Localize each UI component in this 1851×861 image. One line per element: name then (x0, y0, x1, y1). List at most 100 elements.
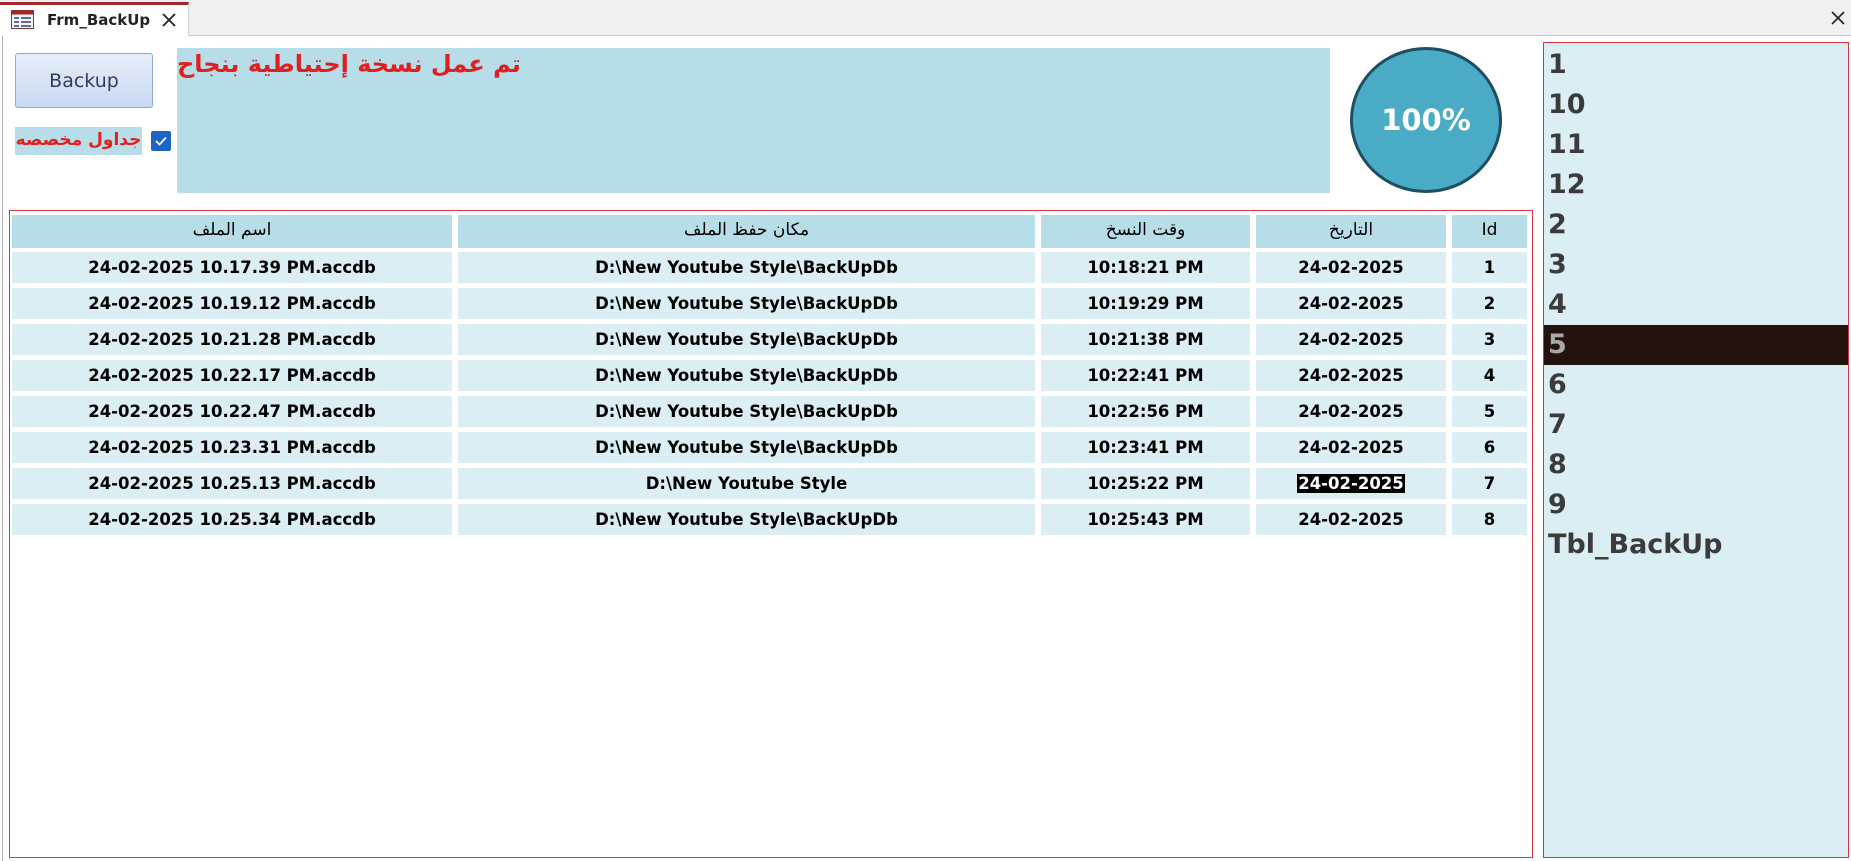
cell-save-location[interactable]: D:\New Youtube Style\BackUpDb (458, 324, 1035, 355)
cell-id[interactable]: 8 (1452, 504, 1527, 535)
cell-id[interactable]: 1 (1452, 252, 1527, 283)
cell-id-text: 8 (1483, 510, 1496, 529)
list-item[interactable]: 7 (1544, 405, 1848, 445)
cell-save-location[interactable]: D:\New Youtube Style\BackUpDb (458, 360, 1035, 391)
cell-id[interactable]: 4 (1452, 360, 1527, 391)
list-item[interactable]: 2 (1544, 205, 1848, 245)
cell-backup-time[interactable]: 10:22:56 PM (1041, 396, 1250, 427)
list-item[interactable]: 3 (1544, 245, 1848, 285)
list-item[interactable]: 11 (1544, 125, 1848, 165)
cell-save-location-text: D:\New Youtube Style\BackUpDb (595, 402, 898, 421)
cell-backup-time-text: 10:23:41 PM (1087, 438, 1204, 457)
cell-date[interactable]: 24-02-2025 (1256, 396, 1446, 427)
cell-id-text: 3 (1483, 330, 1496, 349)
cell-file-name[interactable]: 24-02-2025 10.25.34 PM.accdb (12, 504, 452, 535)
cell-date[interactable]: 24-02-2025 (1256, 324, 1446, 355)
cell-date-text: 24-02-2025 (1297, 474, 1405, 493)
column-header-backup-time[interactable]: وقت النسخ (1041, 215, 1250, 248)
column-header-save-location[interactable]: مكان حفظ الملف (458, 215, 1035, 248)
cell-date-text: 24-02-2025 (1298, 258, 1404, 277)
cell-backup-time[interactable]: 10:23:41 PM (1041, 432, 1250, 463)
list-item[interactable]: 4 (1544, 285, 1848, 325)
document-tab-bar: Frm_BackUp (0, 0, 1851, 36)
cell-date-text: 24-02-2025 (1298, 510, 1404, 529)
cell-date[interactable]: 24-02-2025 (1256, 360, 1446, 391)
cell-date[interactable]: 24-02-2025 (1256, 288, 1446, 319)
cell-id[interactable]: 3 (1452, 324, 1527, 355)
cell-id[interactable]: 5 (1452, 396, 1527, 427)
cell-id[interactable]: 2 (1452, 288, 1527, 319)
cell-backup-time[interactable]: 10:21:38 PM (1041, 324, 1250, 355)
cell-date[interactable]: 24-02-2025 (1256, 252, 1446, 283)
cell-file-name[interactable]: 24-02-2025 10.19.12 PM.accdb (12, 288, 452, 319)
table-list-items: 1 10 11 12 2 3 4 5 6 7 8 9 Tbl_BackUp (1544, 45, 1848, 565)
cell-file-name-text: 24-02-2025 10.17.39 PM.accdb (88, 258, 376, 277)
cell-backup-time[interactable]: 10:25:43 PM (1041, 504, 1250, 535)
list-item[interactable]: 9 (1544, 485, 1848, 525)
cell-backup-time-text: 10:25:22 PM (1087, 474, 1204, 493)
cell-save-location-text: D:\New Youtube Style (645, 474, 848, 493)
cell-file-name[interactable]: 24-02-2025 10.22.47 PM.accdb (12, 396, 452, 427)
cell-file-name[interactable]: 24-02-2025 10.17.39 PM.accdb (12, 252, 452, 283)
cell-backup-time[interactable]: 10:22:41 PM (1041, 360, 1250, 391)
cell-backup-time-text: 10:18:21 PM (1087, 258, 1204, 277)
column-header-file-name[interactable]: اسم الملف (12, 215, 452, 248)
column-header-id[interactable]: Id (1452, 215, 1527, 248)
list-item[interactable]: 12 (1544, 165, 1848, 205)
list-item[interactable]: 10 (1544, 85, 1848, 125)
status-message-box: تم عمل نسخة إحتياطية بنجاح (177, 48, 1330, 193)
cell-date-text: 24-02-2025 (1298, 402, 1404, 421)
list-item[interactable]: 8 (1544, 445, 1848, 485)
cell-save-location[interactable]: D:\New Youtube Style\BackUpDb (458, 504, 1035, 535)
checkmark-icon (155, 136, 167, 146)
cell-file-name[interactable]: 24-02-2025 10.23.31 PM.accdb (12, 432, 452, 463)
close-icon[interactable] (160, 11, 178, 29)
cell-file-name[interactable]: 24-02-2025 10.22.17 PM.accdb (12, 360, 452, 391)
cell-id[interactable]: 6 (1452, 432, 1527, 463)
cell-save-location-text: D:\New Youtube Style\BackUpDb (595, 510, 898, 529)
list-item[interactable]: 5 (1544, 325, 1848, 365)
cell-date-text: 24-02-2025 (1298, 438, 1404, 457)
progress-indicator: 100% (1350, 47, 1502, 193)
cell-backup-time-text: 10:22:41 PM (1087, 366, 1204, 385)
cell-backup-time[interactable]: 10:25:22 PM (1041, 468, 1250, 499)
cell-backup-time-text: 10:25:43 PM (1087, 510, 1204, 529)
cell-file-name-text: 24-02-2025 10.25.34 PM.accdb (88, 510, 376, 529)
backup-button[interactable]: Backup (15, 53, 153, 108)
cell-id-text: 1 (1483, 258, 1496, 277)
list-item[interactable]: Tbl_BackUp (1544, 525, 1848, 565)
cell-file-name[interactable]: 24-02-2025 10.21.28 PM.accdb (12, 324, 452, 355)
cell-file-name[interactable]: 24-02-2025 10.25.13 PM.accdb (12, 468, 452, 499)
cell-date[interactable]: 24-02-2025 (1256, 468, 1446, 499)
cell-id-text: 4 (1483, 366, 1496, 385)
cell-file-name-text: 24-02-2025 10.23.31 PM.accdb (88, 438, 376, 457)
tab-title: Frm_BackUp (47, 11, 151, 29)
table-list[interactable]: 1 10 11 12 2 3 4 5 6 7 8 9 Tbl_BackUp (1543, 42, 1849, 858)
custom-tables-label: جداول مخصصه (15, 127, 142, 155)
tab-frm-backup[interactable]: Frm_BackUp (0, 2, 189, 36)
cell-id-text: 6 (1483, 438, 1496, 457)
cell-date[interactable]: 24-02-2025 (1256, 504, 1446, 535)
backups-table: اسم الملف مكان حفظ الملف وقت النسخ التار… (9, 210, 1533, 858)
list-item[interactable]: 1 (1544, 45, 1848, 85)
cell-id[interactable]: 7 (1452, 468, 1527, 499)
cell-file-name-text: 24-02-2025 10.21.28 PM.accdb (88, 330, 376, 349)
cell-backup-time[interactable]: 10:18:21 PM (1041, 252, 1250, 283)
column-header-date[interactable]: التاريخ (1256, 215, 1446, 248)
close-icon[interactable] (1829, 9, 1847, 27)
cell-save-location[interactable]: D:\New Youtube Style\BackUpDb (458, 432, 1035, 463)
cell-save-location-text: D:\New Youtube Style\BackUpDb (595, 330, 898, 349)
cell-save-location[interactable]: D:\New Youtube Style\BackUpDb (458, 252, 1035, 283)
cell-save-location-text: D:\New Youtube Style\BackUpDb (595, 366, 898, 385)
cell-date-text: 24-02-2025 (1298, 366, 1404, 385)
cell-backup-time[interactable]: 10:19:29 PM (1041, 288, 1250, 319)
cell-file-name-text: 24-02-2025 10.22.47 PM.accdb (88, 402, 376, 421)
cell-save-location[interactable]: D:\New Youtube Style (458, 468, 1035, 499)
cell-save-location[interactable]: D:\New Youtube Style\BackUpDb (458, 288, 1035, 319)
cell-date[interactable]: 24-02-2025 (1256, 432, 1446, 463)
cell-save-location-text: D:\New Youtube Style\BackUpDb (595, 438, 898, 457)
custom-tables-checkbox[interactable] (151, 131, 171, 151)
cell-save-location-text: D:\New Youtube Style\BackUpDb (595, 258, 898, 277)
cell-save-location[interactable]: D:\New Youtube Style\BackUpDb (458, 396, 1035, 427)
list-item[interactable]: 6 (1544, 365, 1848, 405)
